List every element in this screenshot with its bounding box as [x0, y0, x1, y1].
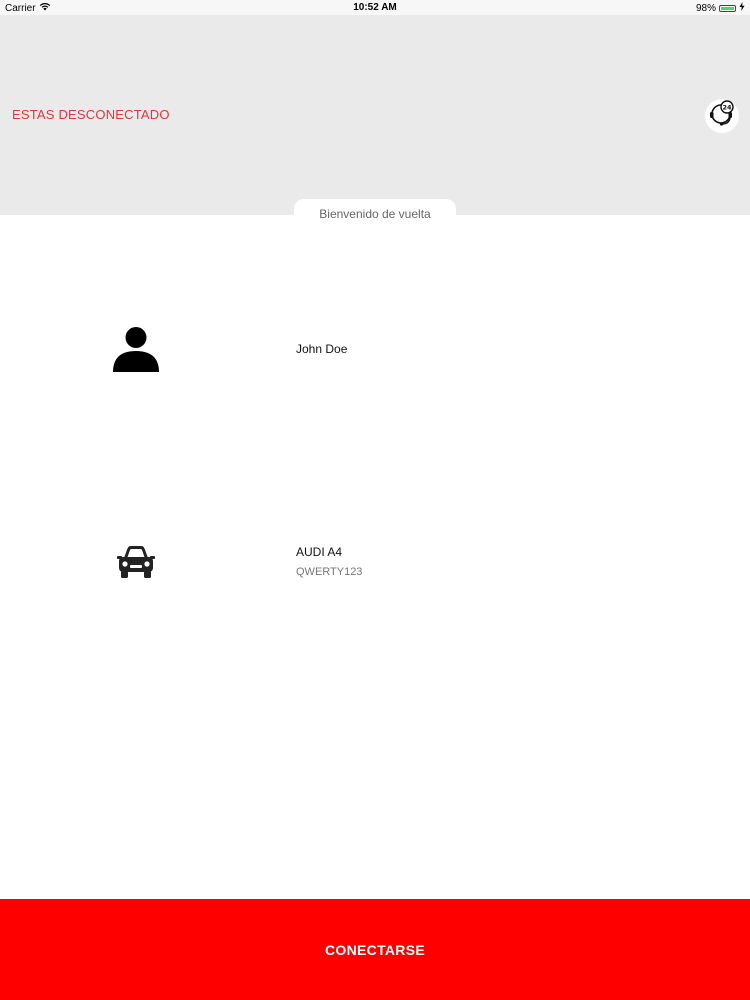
support-24h-icon: 24	[707, 99, 737, 134]
status-time: 10:52 AM	[353, 2, 397, 13]
connection-status-text: ESTAS DESCONECTADO	[12, 107, 170, 122]
battery-group: 98%	[696, 2, 745, 14]
battery-percent: 98%	[695, 2, 716, 14]
battery-fill	[721, 6, 734, 10]
connection-header: ESTAS DESCONECTADO 24	[0, 15, 750, 215]
support-button[interactable]: 24	[705, 99, 739, 133]
car-model: AUDI A4	[296, 545, 343, 559]
status-bar: Carrier 10:52 AM 98%	[0, 0, 750, 15]
connect-button[interactable]: CONECTARSE	[0, 899, 750, 1000]
user-icon	[110, 324, 162, 374]
user-name: John Doe	[296, 342, 348, 356]
welcome-label: Bienvenido de vuelta	[294, 199, 456, 227]
car-icon	[114, 542, 158, 582]
charging-icon	[739, 2, 745, 14]
battery-icon	[719, 4, 736, 12]
svg-text:24: 24	[722, 103, 732, 111]
car-plate: QWERTY123	[296, 566, 363, 578]
